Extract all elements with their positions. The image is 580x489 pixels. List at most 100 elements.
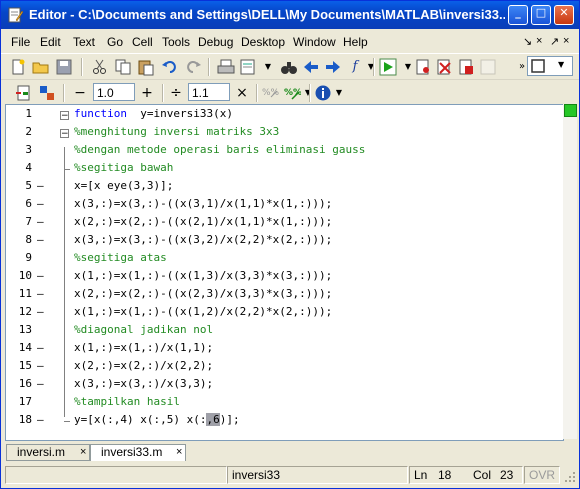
code-line[interactable]: %segitiga atas bbox=[74, 251, 167, 264]
menu-tools[interactable]: Tools bbox=[162, 35, 190, 49]
cut-icon[interactable] bbox=[91, 58, 109, 76]
window-title: Editor - C:\Documents and Settings\DELL\… bbox=[29, 7, 505, 22]
executable-line-marker[interactable]: – bbox=[37, 359, 44, 372]
doc-close-icon[interactable]: × bbox=[536, 35, 542, 47]
menu-edit[interactable]: Edit bbox=[40, 35, 61, 49]
code-line[interactable]: %tampilkan hasil bbox=[74, 395, 180, 408]
set-breakpoint-icon[interactable] bbox=[414, 58, 432, 76]
line-number-gutter: 1 2 3 4 5–6–7–8–9 10–11–12–13 14–15–16–17 18– bbox=[6, 105, 50, 440]
toolbar-separator bbox=[373, 58, 375, 76]
executable-line-marker[interactable]: – bbox=[37, 269, 44, 282]
save-icon[interactable] bbox=[55, 58, 73, 76]
close-button[interactable]: ✕ bbox=[554, 5, 574, 25]
toolbar-separator bbox=[309, 84, 311, 102]
tab-inversi[interactable]: inversi.m × bbox=[6, 444, 90, 461]
fold-toggle-icon[interactable]: − bbox=[60, 111, 69, 121]
fold-toggle-icon[interactable]: − bbox=[60, 129, 69, 139]
show-cell-titles-icon[interactable]: %% bbox=[261, 84, 279, 102]
maximize-button[interactable]: □ bbox=[531, 5, 551, 25]
menu-go[interactable]: Go bbox=[107, 35, 123, 49]
clear-breakpoints-icon[interactable] bbox=[435, 58, 453, 76]
code-line[interactable]: x(2,:)=x(2,:)-((x(2,1)/x(1,1)*x(1,:))); bbox=[74, 215, 332, 228]
code-line[interactable]: %segitiga bawah bbox=[74, 161, 173, 174]
undo-icon[interactable] bbox=[161, 58, 179, 76]
minimize-button[interactable]: _ bbox=[508, 5, 528, 25]
executable-line-marker[interactable]: – bbox=[37, 179, 44, 192]
code-line[interactable]: x(1,:)=x(1,:)/x(1,1); bbox=[74, 341, 213, 354]
undock-icon[interactable]: ↗ bbox=[550, 35, 559, 48]
tab-label: inversi.m bbox=[17, 445, 66, 459]
run-icon[interactable] bbox=[379, 58, 397, 76]
print-icon[interactable] bbox=[217, 58, 235, 76]
code-line[interactable]: function y=inversi33(x) bbox=[74, 107, 233, 120]
insert-cell-icon[interactable] bbox=[15, 84, 33, 102]
menu-cell[interactable]: Cell bbox=[132, 35, 153, 49]
code-line[interactable]: x=[x eye(3,3)]; bbox=[74, 179, 173, 192]
code-line[interactable]: %diagonal jadikan nol bbox=[74, 323, 213, 336]
code-line[interactable]: %dengan metode operasi baris eliminasi g… bbox=[74, 143, 365, 156]
decrement-button[interactable]: − bbox=[71, 84, 89, 102]
open-folder-icon[interactable] bbox=[32, 58, 50, 76]
copy-icon[interactable] bbox=[114, 58, 132, 76]
redo-icon[interactable] bbox=[184, 58, 202, 76]
code-line[interactable]: x(3,:)=x(3,:)/x(3,3); bbox=[74, 377, 213, 390]
executable-line-marker[interactable]: – bbox=[37, 233, 44, 246]
line-number: 10 bbox=[18, 269, 32, 282]
comment-token: %menghitung inversi matriks 3x3 bbox=[74, 125, 280, 138]
tab-close-icon[interactable]: × bbox=[176, 446, 182, 458]
multiply-button[interactable]: × bbox=[233, 84, 251, 102]
code-line[interactable]: x(3,:)=x(3,:)-((x(3,1)/x(1,1)*x(1,:))); bbox=[74, 197, 332, 210]
tab-inversi33[interactable]: inversi33.m × bbox=[90, 444, 186, 461]
executable-line-marker[interactable]: – bbox=[37, 341, 44, 354]
paste-icon[interactable] bbox=[137, 58, 155, 76]
code-line[interactable]: x(3,:)=x(3,:)-((x(3,2)/x(2,2)*x(2,:))); bbox=[74, 233, 332, 246]
overwrite-indicator: OVR bbox=[524, 466, 560, 484]
exit-debug-icon[interactable] bbox=[479, 58, 497, 76]
resize-grip-icon[interactable] bbox=[564, 471, 576, 483]
mlint-status-indicator[interactable] bbox=[564, 104, 577, 117]
stack-frame-icon bbox=[531, 59, 545, 73]
decrement-value-input[interactable]: 1.0 bbox=[93, 83, 135, 101]
executable-line-marker[interactable]: – bbox=[37, 305, 44, 318]
comment-token: %segitiga atas bbox=[74, 251, 167, 264]
go-back-icon[interactable] bbox=[302, 58, 320, 76]
executable-line-marker[interactable]: – bbox=[37, 413, 44, 426]
minimize-icon: _ bbox=[515, 6, 521, 19]
executable-line-marker[interactable]: – bbox=[37, 377, 44, 390]
new-file-icon[interactable] bbox=[9, 58, 27, 76]
menu-debug[interactable]: Debug bbox=[198, 35, 233, 49]
window-close-icon[interactable]: × bbox=[563, 35, 569, 47]
code-line[interactable]: x(2,:)=x(2,:)-((x(2,3)/x(3,3)*x(3,:))); bbox=[74, 287, 332, 300]
menu-desktop[interactable]: Desktop bbox=[241, 35, 285, 49]
dock-icon[interactable]: ↘ bbox=[523, 35, 532, 48]
menu-help[interactable]: Help bbox=[343, 35, 368, 49]
vertical-scrollbar[interactable] bbox=[563, 104, 577, 439]
function-dropdown-icon[interactable]: ▼ bbox=[362, 58, 380, 76]
executable-line-marker[interactable]: – bbox=[37, 287, 44, 300]
divide-button[interactable]: ÷ bbox=[167, 84, 185, 102]
tab-close-icon[interactable]: × bbox=[80, 446, 86, 458]
line-number: 15 bbox=[18, 359, 32, 372]
menu-text[interactable]: Text bbox=[73, 35, 95, 49]
publish-dropdown-icon[interactable]: ▼ bbox=[259, 58, 277, 76]
multiply-value-input[interactable]: 1.1 bbox=[188, 83, 230, 101]
menu-window[interactable]: Window bbox=[293, 35, 336, 49]
code-line[interactable]: x(2,:)=x(2,:)/x(2,2); bbox=[74, 359, 213, 372]
stack-select[interactable]: ▼ bbox=[527, 56, 573, 76]
find-binoculars-icon[interactable] bbox=[280, 58, 298, 76]
code-line[interactable]: x(1,:)=x(1,:)-((x(1,2)/x(2,2)*x(2,:))); bbox=[74, 305, 332, 318]
executable-line-marker[interactable]: – bbox=[37, 197, 44, 210]
menu-file[interactable]: File bbox=[11, 35, 30, 49]
code-editor[interactable]: 1 2 3 4 5–6–7–8–9 10–11–12–13 14–15–16–17 18– f… bbox=[5, 104, 564, 441]
code-line[interactable]: %menghitung inversi matriks 3x3 bbox=[74, 125, 279, 138]
go-forward-icon[interactable] bbox=[324, 58, 342, 76]
publish-icon[interactable] bbox=[239, 58, 257, 76]
code-line[interactable]: y=[x(:,4) x(:,5) x(:,6)]; bbox=[74, 413, 240, 426]
executable-line-marker[interactable]: – bbox=[37, 215, 44, 228]
increment-button[interactable]: + bbox=[138, 84, 156, 102]
step-icon[interactable] bbox=[457, 58, 475, 76]
code-line[interactable]: x(1,:)=x(1,:)-((x(1,3)/x(3,3)*x(3,:))); bbox=[74, 269, 332, 282]
help-dropdown-icon[interactable]: ▼ bbox=[330, 84, 348, 102]
title-bar[interactable]: Editor - C:\Documents and Settings\DELL\… bbox=[1, 1, 579, 29]
cell-evaluate-icon[interactable] bbox=[38, 84, 56, 102]
